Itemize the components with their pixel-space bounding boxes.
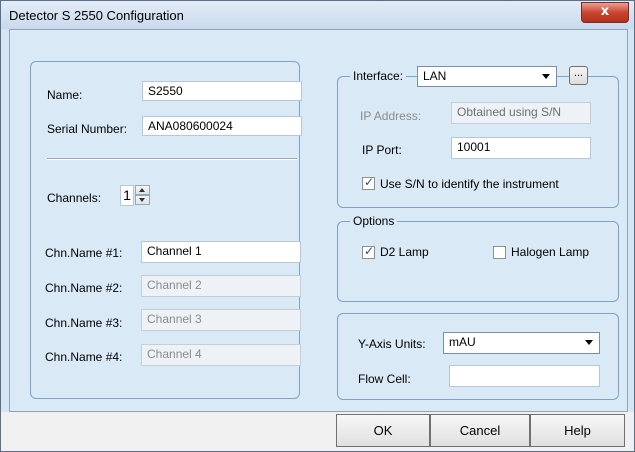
ip-port-label: IP Port: (362, 143, 402, 157)
y-axis-units-label: Y-Axis Units: (358, 337, 426, 351)
title-bar[interactable]: Detector S 2550 Configuration x (1, 1, 634, 29)
config-dialog: Detector S 2550 Configuration x Name: S2… (0, 0, 635, 452)
interface-selected-value: LAN (423, 69, 447, 83)
ip-address-label: IP Address: (360, 109, 422, 123)
channels-value[interactable]: 1 (120, 185, 134, 206)
chn-name-2-field: Channel 2 (141, 275, 301, 297)
help-button[interactable]: Help (530, 414, 625, 447)
d2-lamp-checkbox[interactable]: ✓ (362, 244, 375, 259)
y-axis-units-value: mAU (449, 335, 476, 349)
chevron-down-icon (542, 74, 550, 79)
checkmark-icon: ✓ (364, 175, 375, 189)
chn-name-2-label: Chn.Name #2: (45, 281, 123, 295)
name-label: Name: (47, 88, 83, 102)
button-bar: OK Cancel Help (1, 412, 634, 451)
serial-number-field[interactable]: ANA080600024 (142, 116, 302, 136)
chn-name-1-label: Chn.Name #1: (45, 246, 123, 260)
channels-spin-down[interactable] (135, 195, 150, 205)
spin-down-icon (139, 198, 145, 202)
chn-name-3-field: Channel 3 (141, 309, 301, 331)
options-legend: Options (350, 214, 398, 228)
use-sn-checkbox[interactable]: ✓ (362, 175, 375, 190)
options-group (337, 221, 619, 302)
left-separator (47, 158, 297, 160)
channels-label: Channels: (47, 191, 102, 205)
cancel-button[interactable]: Cancel (430, 414, 530, 447)
chevron-down-icon (585, 340, 593, 345)
y-axis-units-select[interactable]: mAU (443, 332, 600, 354)
halogen-lamp-checkbox[interactable] (493, 246, 506, 259)
chn-name-3-label: Chn.Name #3: (45, 316, 123, 330)
ellipsis-icon: ... (573, 67, 584, 79)
interface-browse-button[interactable]: ... (569, 66, 588, 85)
interface-label: Interface: (350, 69, 407, 83)
close-button[interactable]: x (581, 2, 629, 23)
halogen-lamp-label[interactable]: Halogen Lamp (511, 245, 589, 259)
flow-cell-label: Flow Cell: (358, 372, 411, 386)
serial-number-label: Serial Number: (47, 122, 128, 136)
d2-lamp-label[interactable]: D2 Lamp (380, 245, 429, 259)
dialog-body: Name: S2550 Serial Number: ANA080600024 … (9, 29, 628, 412)
close-icon: x (600, 4, 610, 19)
interface-select[interactable]: LAN (417, 66, 557, 87)
use-sn-label[interactable]: Use S/N to identify the instrument (380, 177, 559, 191)
ok-button[interactable]: OK (336, 414, 430, 447)
spin-up-icon (139, 188, 145, 192)
ip-port-field[interactable]: 10001 (451, 137, 591, 159)
ip-address-field: Obtained using S/N (451, 102, 591, 124)
chn-name-4-field: Channel 4 (141, 344, 301, 366)
channels-spin-up[interactable] (135, 185, 150, 195)
name-field[interactable]: S2550 (142, 81, 302, 101)
checkmark-icon: ✓ (364, 244, 375, 258)
flow-cell-field[interactable] (449, 365, 600, 387)
chn-name-1-field[interactable]: Channel 1 (141, 241, 301, 263)
chn-name-4-label: Chn.Name #4: (45, 350, 123, 364)
window-title: Detector S 2550 Configuration (9, 8, 184, 23)
